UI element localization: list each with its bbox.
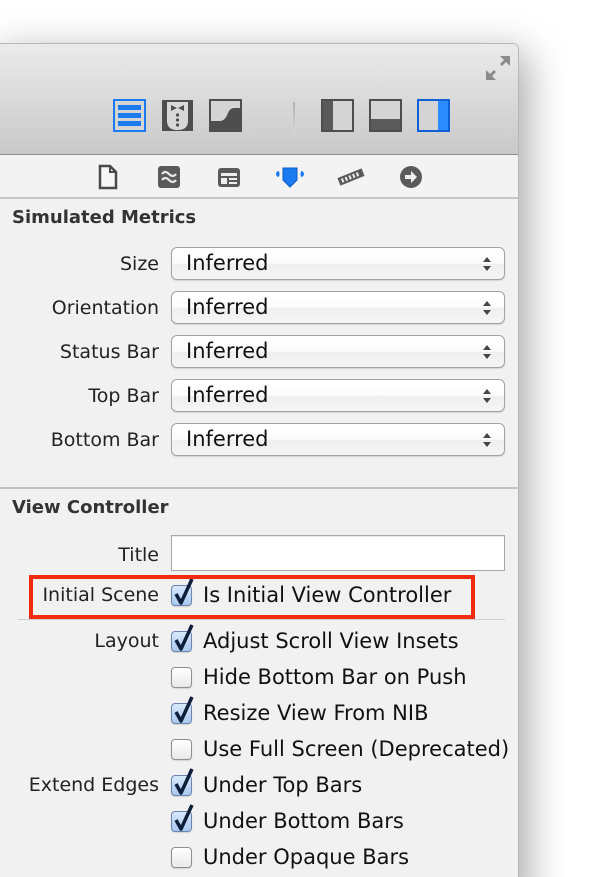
under-opaque-bars-checkbox[interactable]: Under Opaque Bars xyxy=(171,843,409,871)
checkbox-label: Resize View From NIB xyxy=(203,701,429,725)
checkbox-label: Under Opaque Bars xyxy=(203,845,410,869)
bottom-bar-popup[interactable]: Inferred xyxy=(171,423,505,456)
under-top-bars-checkbox[interactable]: Under Top Bars xyxy=(171,767,363,799)
status-bar-label: Status Bar xyxy=(59,341,159,363)
orientation-popup[interactable]: Inferred xyxy=(171,291,505,324)
bottom-bar-label: Bottom Bar xyxy=(50,429,159,451)
attributes-inspector-tab-shield-icon[interactable] xyxy=(275,164,305,190)
status-bar-popup[interactable]: Inferred xyxy=(171,335,505,368)
orientation-label: Orientation xyxy=(51,297,159,319)
checkbox[interactable] xyxy=(171,738,192,760)
checkbox-label: Under Top Bars xyxy=(203,773,363,797)
checkbox[interactable] xyxy=(171,695,194,724)
resize-view-from-nib-checkbox[interactable]: Resize View From NIB xyxy=(171,695,429,727)
top-bar-value: Inferred xyxy=(186,383,269,407)
checkmark-icon xyxy=(174,767,194,795)
view-controller-heading: View Controller xyxy=(12,497,169,518)
toolbar-separator xyxy=(293,102,295,134)
checkbox-label: Under Bottom Bars xyxy=(203,809,404,833)
adjust-scroll-view-insets-checkbox[interactable]: Adjust Scroll View Insets xyxy=(171,623,459,655)
top-bar-popup[interactable]: Inferred xyxy=(171,379,505,412)
utilities-toggle-button[interactable] xyxy=(417,99,450,132)
size-value: Inferred xyxy=(186,251,269,275)
checkmark-icon xyxy=(174,623,194,651)
checkbox[interactable] xyxy=(171,767,194,796)
highlight-annotation-box xyxy=(29,575,475,619)
standard-editor-button[interactable] xyxy=(113,99,146,132)
connections-inspector-tab-arrow-icon[interactable] xyxy=(398,164,424,190)
file-inspector-tab-document-icon[interactable] xyxy=(95,164,121,190)
checkbox[interactable] xyxy=(171,623,194,652)
bottom-bar-value: Inferred xyxy=(186,427,269,451)
version-editor-button[interactable] xyxy=(209,99,242,132)
fullscreen-arrows-icon[interactable] xyxy=(484,54,512,82)
simulated-metrics-heading: Simulated Metrics xyxy=(12,207,197,228)
size-popup[interactable]: Inferred xyxy=(171,247,505,280)
under-bottom-bars-checkbox[interactable]: Under Bottom Bars xyxy=(171,803,404,835)
checkmark-icon xyxy=(174,803,194,831)
use-full-screen-checkbox[interactable]: Use Full Screen (Deprecated) xyxy=(171,735,509,763)
assistant-editor-button[interactable] xyxy=(161,99,194,132)
size-label: Size xyxy=(119,253,159,275)
checkbox[interactable] xyxy=(171,666,192,688)
stepper-arrows-icon xyxy=(483,257,491,271)
title-label: Title xyxy=(118,544,159,566)
stepper-arrows-icon xyxy=(483,389,491,403)
checkbox-label: Use Full Screen (Deprecated) xyxy=(203,737,510,761)
checkbox[interactable] xyxy=(171,803,194,832)
status-bar-value: Inferred xyxy=(186,339,269,363)
stepper-arrows-icon xyxy=(483,433,491,447)
hide-bottom-bar-on-push-checkbox[interactable]: Hide Bottom Bar on Push xyxy=(171,663,467,691)
section-divider xyxy=(0,487,518,489)
checkbox-label: Adjust Scroll View Insets xyxy=(203,629,459,653)
navigator-toggle-button[interactable] xyxy=(321,99,354,132)
extend-edges-label: Extend Edges xyxy=(28,774,159,796)
checkmark-icon xyxy=(174,695,194,723)
toolbar xyxy=(0,44,518,155)
layout-label: Layout xyxy=(94,630,159,652)
orientation-value: Inferred xyxy=(186,295,269,319)
identity-inspector-tab-card-icon[interactable] xyxy=(216,164,242,190)
checkbox[interactable] xyxy=(171,846,192,868)
quick-help-tab-approx-icon[interactable] xyxy=(156,164,182,190)
separator-line xyxy=(18,619,505,620)
stepper-arrows-icon xyxy=(483,301,491,315)
top-bar-label: Top Bar xyxy=(88,385,159,407)
inspector-tab-bar xyxy=(0,155,518,199)
debug-area-toggle-button[interactable] xyxy=(369,99,402,132)
inspector-window: Simulated Metrics Size Inferred Orientat… xyxy=(0,43,519,877)
stepper-arrows-icon xyxy=(483,345,491,359)
checkbox-label: Hide Bottom Bar on Push xyxy=(203,665,467,689)
title-input[interactable] xyxy=(171,535,505,571)
size-inspector-tab-ruler-icon[interactable] xyxy=(335,164,367,190)
